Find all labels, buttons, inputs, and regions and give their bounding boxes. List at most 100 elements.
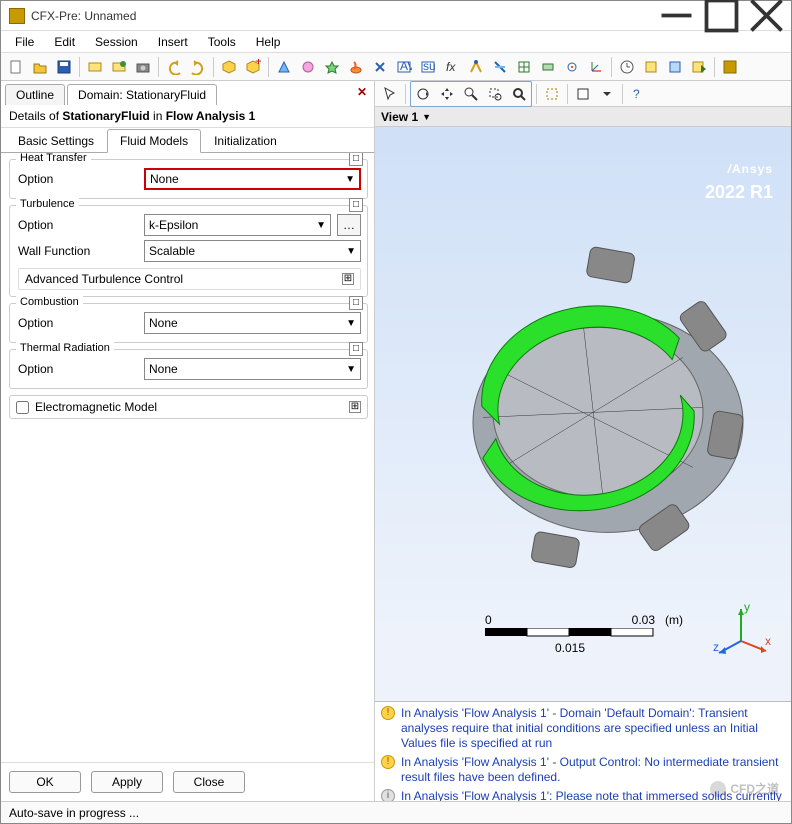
heat-option-combo[interactable]: None ▼ [144, 168, 361, 190]
collapse-icon[interactable]: □ [349, 296, 363, 310]
zoom-icon[interactable] [460, 83, 482, 105]
view-header[interactable]: View 1 ▼ [375, 107, 791, 127]
boundary-icon[interactable] [273, 56, 295, 78]
coord-frame-icon[interactable] [585, 56, 607, 78]
turb-option-details-button[interactable]: … [337, 214, 361, 236]
viewport-3d[interactable]: /Ansys 2022 R1 [375, 127, 791, 701]
wall-function-value: Scalable [149, 244, 195, 258]
combustion-option-value: None [149, 316, 178, 330]
source-point-icon[interactable] [321, 56, 343, 78]
select-icon[interactable] [541, 83, 563, 105]
output-control-icon[interactable] [664, 56, 686, 78]
render-mode-icon[interactable] [572, 83, 594, 105]
combustion-option-combo[interactable]: None ▼ [144, 312, 361, 334]
apply-button[interactable]: Apply [91, 771, 163, 793]
box-yellow-icon[interactable] [218, 56, 240, 78]
watermark-icon [710, 781, 726, 797]
svg-text:?: ? [633, 87, 640, 101]
collapse-icon[interactable]: □ [349, 198, 363, 212]
details-analysis: Flow Analysis 1 [166, 109, 256, 123]
radiation-option-label: Option [18, 362, 138, 376]
snapshot-icon[interactable] [132, 56, 154, 78]
run-solver-icon[interactable] [688, 56, 710, 78]
svg-text:z: z [713, 640, 719, 654]
menu-session[interactable]: Session [87, 33, 146, 51]
minimize-button[interactable] [654, 2, 699, 30]
open-icon[interactable] [29, 56, 51, 78]
info-icon: i [381, 789, 395, 801]
menu-file[interactable]: File [7, 33, 42, 51]
turb-option-label: Option [18, 218, 138, 232]
mesh-adapt-icon[interactable] [513, 56, 535, 78]
rotate-icon[interactable] [412, 83, 434, 105]
tab-domain[interactable]: Domain: StationaryFluid [67, 84, 217, 105]
monitor-icon[interactable] [561, 56, 583, 78]
ansys-logo: /Ansys 2022 R1 [705, 143, 773, 203]
radiation-option-combo[interactable]: None ▼ [144, 358, 361, 380]
axis-triad-icon: x y z [711, 601, 771, 661]
tab-close-icon[interactable]: ✕ [354, 85, 370, 101]
chevron-down-icon: ▼ [316, 220, 326, 231]
subdomain-icon[interactable] [297, 56, 319, 78]
additional-var-icon[interactable]: AV [393, 56, 415, 78]
expression-fx-icon[interactable]: fx [441, 56, 463, 78]
titlebar: CFX-Pre: Unnamed [1, 1, 791, 31]
box-plus-icon[interactable]: + [242, 56, 264, 78]
expand-icon[interactable]: ⊞ [349, 401, 361, 413]
junction-icon[interactable] [465, 56, 487, 78]
mesh-reload-icon[interactable] [108, 56, 130, 78]
close-button-panel[interactable]: Close [173, 771, 245, 793]
scale-mid: 0.015 [485, 641, 655, 655]
rigid-body-icon[interactable] [537, 56, 559, 78]
advanced-turb-label: Advanced Turbulence Control [25, 272, 183, 286]
expand-icon[interactable]: ⊞ [342, 273, 354, 285]
render-mode-dropdown-icon[interactable] [596, 83, 618, 105]
zoom-box-icon[interactable] [484, 83, 506, 105]
svg-text:x: x [765, 634, 771, 648]
expression-sub-icon[interactable]: sub [417, 56, 439, 78]
solver-time-icon[interactable] [616, 56, 638, 78]
advanced-turbulence-control[interactable]: Advanced Turbulence Control ⊞ [18, 268, 361, 290]
pan-icon[interactable] [436, 83, 458, 105]
tab-outline[interactable]: Outline [5, 84, 65, 105]
menu-tools[interactable]: Tools [200, 33, 244, 51]
details-object: StationaryFluid [62, 109, 149, 123]
app-window: CFX-Pre: Unnamed File Edit Session Inser… [0, 0, 792, 824]
material-icon[interactable] [345, 56, 367, 78]
scale-right: 0.03 [632, 613, 655, 627]
close-button[interactable] [744, 2, 789, 30]
electromagnetic-label: Electromagnetic Model [35, 400, 157, 414]
svg-text:sub: sub [423, 59, 436, 73]
cfx-logo-icon[interactable] [719, 56, 741, 78]
message-row: ! In Analysis 'Flow Analysis 1' - Domain… [381, 706, 785, 751]
help-icon[interactable]: ? [627, 83, 649, 105]
scale-bar: 0 0.03 (m) 0.015 [485, 613, 655, 655]
redo-icon[interactable] [187, 56, 209, 78]
electromagnetic-model-row[interactable]: Electromagnetic Model ⊞ [9, 395, 368, 419]
mesh-import-icon[interactable] [84, 56, 106, 78]
solver-control-icon[interactable] [640, 56, 662, 78]
save-icon[interactable] [53, 56, 75, 78]
collapse-icon[interactable]: □ [349, 342, 363, 356]
message-pane[interactable]: ! In Analysis 'Flow Analysis 1' - Domain… [375, 701, 791, 801]
subtab-initialization[interactable]: Initialization [201, 129, 290, 153]
reaction-icon[interactable] [369, 56, 391, 78]
chevron-down-icon: ▼ [346, 246, 356, 257]
wall-function-combo[interactable]: Scalable ▼ [144, 240, 361, 262]
undo-icon[interactable] [163, 56, 185, 78]
collapse-icon[interactable]: □ [349, 153, 363, 166]
menu-edit[interactable]: Edit [46, 33, 83, 51]
subtab-basic-settings[interactable]: Basic Settings [5, 129, 107, 153]
menu-help[interactable]: Help [248, 33, 289, 51]
maximize-button[interactable] [699, 2, 744, 30]
subtab-fluid-models[interactable]: Fluid Models [107, 129, 201, 153]
combustion-option-label: Option [18, 316, 138, 330]
fit-view-icon[interactable] [508, 83, 530, 105]
new-icon[interactable] [5, 56, 27, 78]
interface-icon[interactable] [489, 56, 511, 78]
cursor-icon[interactable] [379, 83, 401, 105]
menu-insert[interactable]: Insert [150, 33, 196, 51]
ok-button[interactable]: OK [9, 771, 81, 793]
turb-option-combo[interactable]: k-Epsilon ▼ [144, 214, 331, 236]
electromagnetic-checkbox[interactable] [16, 401, 29, 414]
